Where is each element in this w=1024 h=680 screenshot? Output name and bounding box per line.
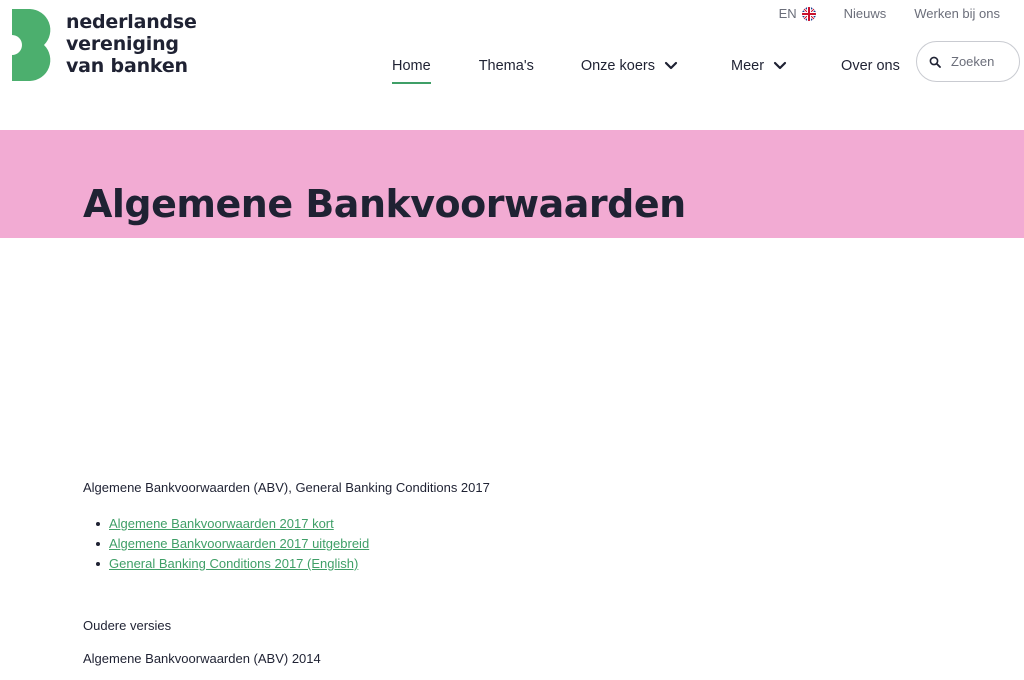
jobs-link[interactable]: Werken bij ons (914, 6, 1000, 21)
page-title: Algemene Bankvoorwaarden (83, 182, 686, 226)
logo-wordmark: nederlandse vereniging van banken (66, 11, 197, 77)
search-icon (929, 56, 941, 68)
site-header: nederlandse vereniging van banken EN Nie… (0, 0, 1024, 130)
news-link[interactable]: Nieuws (844, 6, 887, 21)
document-list: Algemene Bankvoorwaarden 2017 kort Algem… (96, 514, 943, 574)
logo-line-3: van banken (66, 55, 188, 77)
logo-link[interactable]: nederlandse vereniging van banken (12, 9, 197, 81)
older-versions-heading: Oudere versies (83, 618, 172, 633)
list-item: General Banking Conditions 2017 (English… (96, 554, 943, 574)
list-item: Algemene Bankvoorwaarden 2017 kort (96, 514, 943, 534)
nav-item-themas[interactable]: Thema's (479, 55, 534, 77)
nav-item-meer[interactable]: Meer (731, 55, 787, 77)
nav-item-label: Over ons (841, 58, 900, 74)
document-link-gbc-2017-english[interactable]: General Banking Conditions 2017 (English… (109, 556, 358, 571)
nav-item-label: Onze koers (580, 58, 655, 74)
top-links: EN Nieuws Werken bij ons (779, 6, 1000, 21)
uk-flag-icon (801, 6, 816, 21)
nvb-b-icon (12, 9, 51, 81)
nav-item-label: Home (392, 58, 431, 74)
nav-item-label: Meer (731, 58, 765, 74)
page-banner: Algemene Bankvoorwaarden (0, 130, 1024, 238)
nav-item-label: Thema's (478, 58, 534, 74)
logo-line-2: vereniging (66, 33, 179, 55)
search-placeholder: Zoeken (951, 54, 995, 69)
chevron-down-icon (773, 61, 787, 70)
document-link-abv-2017-kort[interactable]: Algemene Bankvoorwaarden 2017 kort (109, 516, 334, 531)
language-switch[interactable]: EN (779, 6, 816, 21)
document-link-abv-2017-uitgebreid[interactable]: Algemene Bankvoorwaarden 2017 uitgebreid (109, 536, 369, 551)
logo-line-1: nederlandse (66, 11, 197, 33)
nav-item-onze-koers[interactable]: Onze koers (581, 55, 678, 77)
list-item: Algemene Bankvoorwaarden 2017 uitgebreid (96, 534, 943, 554)
language-label: EN (778, 6, 797, 21)
nav-item-over-ons[interactable]: Over ons (841, 55, 900, 77)
abv-2014-text: Algemene Bankvoorwaarden (ABV) 2014 (83, 651, 321, 666)
page-content: Algemene Bankvoorwaarden (ABV), General … (83, 480, 943, 667)
search-input[interactable]: Zoeken (916, 41, 1020, 82)
nav-item-home[interactable]: Home (392, 55, 431, 84)
chevron-down-icon (664, 61, 678, 70)
intro-text: Algemene Bankvoorwaarden (ABV), General … (83, 480, 490, 495)
main-nav: Home Thema's Onze koers Meer Over ons (392, 55, 900, 84)
